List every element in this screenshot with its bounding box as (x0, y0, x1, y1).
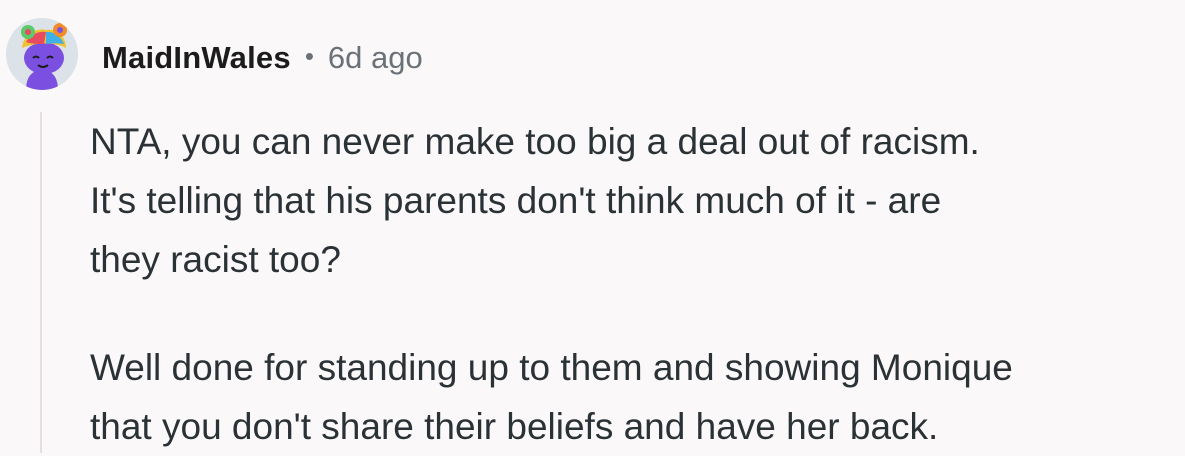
comment-header: MaidInWales • 6d ago (102, 36, 423, 80)
comment-body: NTA, you can never make too big a deal o… (90, 112, 1180, 456)
user-avatar[interactable] (6, 18, 78, 90)
comment-paragraph: NTA, you can never make too big a deal o… (90, 121, 980, 280)
author-username[interactable]: MaidInWales (102, 40, 291, 76)
thread-line[interactable] (40, 112, 42, 453)
meta-separator: • (304, 40, 314, 71)
comment-timestamp[interactable]: 6d ago (328, 40, 423, 76)
snoo-avatar-rainbow-hair-icon (6, 18, 78, 90)
comment: MaidInWales • 6d ago NTA, you can never … (0, 0, 1185, 453)
comment-paragraph: Well done for standing up to them and sh… (90, 347, 1013, 447)
